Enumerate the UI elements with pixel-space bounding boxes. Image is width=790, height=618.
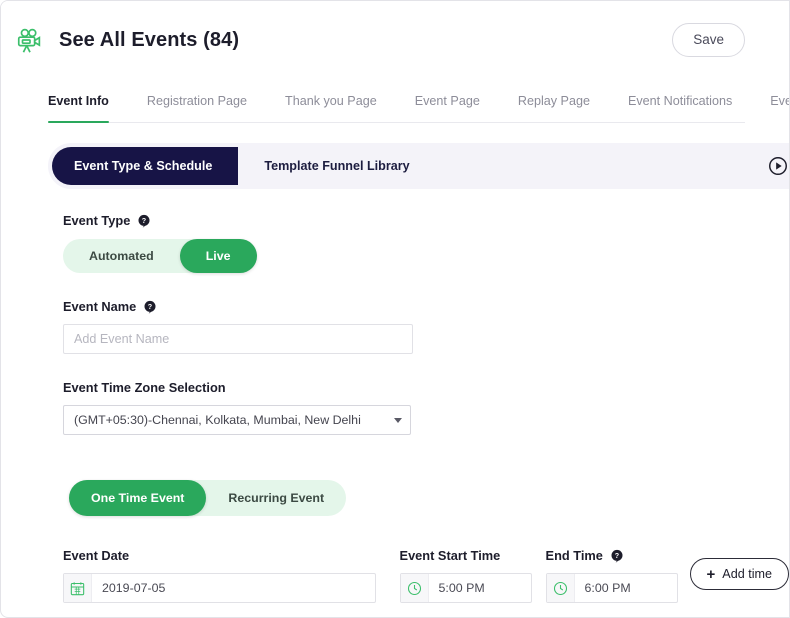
start-time-input[interactable]: 5:00 PM	[399, 573, 532, 603]
recurrence-option-one-time[interactable]: One Time Event	[69, 480, 207, 516]
schedule-row: Event Date 2019-07-05 Event Start Time 5…	[1, 548, 789, 603]
tab-event-info[interactable]: Event Info	[48, 79, 109, 123]
main-tabs: Event Info Registration Page Thank you P…	[48, 79, 789, 123]
recurrence-option-recurring[interactable]: Recurring Event	[206, 480, 346, 516]
plus-icon: +	[706, 565, 716, 583]
event-type-label-row: Event Type ?	[63, 213, 789, 228]
svg-text:?: ?	[148, 303, 152, 311]
clock-icon	[400, 574, 429, 602]
event-name-label: Event Name	[63, 299, 137, 314]
add-time-button[interactable]: + Add time	[689, 558, 789, 590]
tab-thank-you-page[interactable]: Thank you Page	[285, 79, 377, 122]
sub-tabs: Event Type & Schedule Template Funnel Li…	[48, 143, 789, 189]
field-event-type: Event Type ? Automated Live	[63, 213, 789, 273]
svg-text:?: ?	[142, 217, 146, 225]
field-recurrence: One Time Event Recurring Event	[69, 469, 789, 516]
event-name-input[interactable]	[63, 324, 413, 354]
svg-text:?: ?	[615, 552, 619, 560]
help-question-icon[interactable]: ?	[610, 549, 624, 563]
tab-event-notifications[interactable]: Event Notifications	[628, 79, 732, 122]
event-type-option-live[interactable]: Live	[179, 239, 257, 273]
video-camera-icon	[15, 25, 45, 55]
tab-replay-page[interactable]: Replay Page	[518, 79, 590, 122]
field-end-time: End Time ? 6:00 PM	[545, 548, 678, 603]
field-timezone: Event Time Zone Selection (GMT+05:30)-Ch…	[63, 380, 789, 435]
event-date-value: 2019-07-05	[102, 581, 166, 595]
event-date-label: Event Date	[63, 548, 130, 563]
event-type-option-automated[interactable]: Automated	[63, 239, 180, 273]
event-type-label: Event Type	[63, 213, 131, 228]
recurrence-toggle: One Time Event Recurring Event	[69, 480, 347, 516]
event-form: Event Type ? Automated Live Event Name ?…	[1, 213, 789, 516]
event-name-label-row: Event Name ?	[63, 299, 789, 314]
page-title: See All Events (84)	[59, 28, 240, 51]
event-editor-window: See All Events (84) Save Event Info Regi…	[0, 0, 790, 618]
tab-event-page[interactable]: Event Page	[415, 79, 480, 122]
page-header: See All Events (84) Save	[1, 1, 789, 79]
timezone-select[interactable]: (GMT+05:30)-Chennai, Kolkata, Mumbai, Ne…	[63, 405, 411, 435]
tab-registration-page[interactable]: Registration Page	[147, 79, 247, 122]
add-time-label: Add time	[722, 567, 772, 581]
end-time-value: 6:00 PM	[584, 581, 631, 595]
subtab-event-type-schedule[interactable]: Event Type & Schedule	[52, 147, 239, 185]
tab-event-integration[interactable]: Event Integration	[770, 79, 789, 122]
start-time-value: 5:00 PM	[438, 581, 485, 595]
clock-icon	[546, 574, 575, 602]
calendar-icon	[64, 574, 92, 602]
end-time-input[interactable]: 6:00 PM	[545, 573, 678, 603]
field-start-time: Event Start Time 5:00 PM	[399, 548, 532, 603]
timezone-selected-value: (GMT+05:30)-Chennai, Kolkata, Mumbai, Ne…	[74, 413, 361, 427]
page-header-brand: See All Events (84)	[11, 25, 672, 55]
time-fields: Event Start Time 5:00 PM End Time ? 6:00…	[399, 548, 789, 603]
event-type-toggle: Automated Live	[63, 239, 257, 273]
timezone-label: Event Time Zone Selection	[63, 380, 226, 395]
end-time-label: End Time	[545, 548, 603, 563]
field-event-name: Event Name ?	[63, 299, 789, 354]
help-question-icon[interactable]: ?	[143, 300, 157, 314]
start-time-label: Event Start Time	[399, 548, 501, 563]
subtab-template-funnel-library[interactable]: Template Funnel Library	[238, 147, 435, 185]
chevron-down-icon	[394, 417, 402, 423]
play-circle-icon[interactable]	[767, 155, 789, 177]
event-date-input[interactable]: 2019-07-05	[63, 573, 376, 603]
help-question-icon[interactable]: ?	[137, 214, 151, 228]
save-button[interactable]: Save	[672, 23, 745, 57]
end-time-label-row: End Time ?	[546, 548, 678, 563]
field-event-date: Event Date 2019-07-05	[63, 548, 400, 603]
